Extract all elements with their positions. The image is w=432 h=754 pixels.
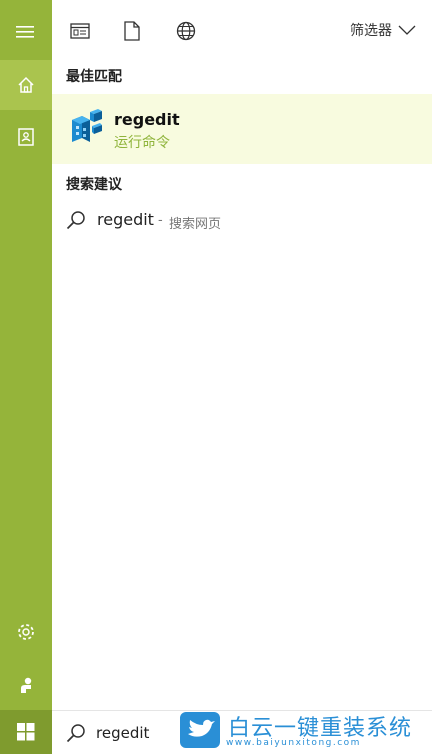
globe-icon bbox=[176, 21, 196, 41]
notebook-button[interactable] bbox=[0, 112, 52, 162]
regedit-icon bbox=[72, 109, 102, 142]
best-match-subtitle: 运行命令 bbox=[114, 135, 170, 151]
gear-icon bbox=[18, 624, 34, 640]
home-button[interactable] bbox=[0, 60, 52, 110]
watermark-url: www.baiyunxitong.com bbox=[226, 738, 361, 748]
best-match-result[interactable]: regedit 运行命令 bbox=[52, 94, 432, 164]
best-match-heading: 最佳匹配 bbox=[66, 69, 122, 85]
document-icon bbox=[124, 21, 140, 41]
suggestion-suffix: 搜索网页 bbox=[169, 217, 222, 232]
web-filter-button[interactable] bbox=[174, 19, 198, 43]
start-button[interactable] bbox=[0, 710, 52, 754]
filter-dropdown[interactable]: 筛选器 bbox=[350, 20, 416, 40]
watermark: 白云一键重装系统 www.baiyunxitong.com bbox=[178, 708, 428, 752]
suggestion-item[interactable]: regedit - 搜索网页 bbox=[52, 204, 432, 238]
left-rail bbox=[0, 0, 52, 754]
notebook-icon bbox=[18, 128, 34, 146]
search-icon bbox=[66, 211, 85, 230]
documents-filter-button[interactable] bbox=[120, 19, 144, 43]
search-icon bbox=[66, 724, 85, 743]
bird-logo-icon bbox=[180, 712, 220, 748]
chevron-down-icon bbox=[398, 25, 416, 35]
app-window-icon bbox=[70, 23, 90, 39]
suggestion-separator: - bbox=[158, 213, 163, 228]
settings-button[interactable] bbox=[0, 607, 52, 657]
home-icon bbox=[18, 76, 34, 93]
filter-label: 筛选器 bbox=[350, 23, 392, 39]
feedback-icon bbox=[21, 677, 32, 693]
feedback-button[interactable] bbox=[0, 660, 52, 710]
suggestions-heading: 搜索建议 bbox=[66, 177, 122, 193]
suggestion-term: regedit bbox=[97, 210, 154, 229]
filter-toolbar: 筛选器 bbox=[52, 0, 432, 60]
best-match-name: regedit bbox=[114, 110, 180, 129]
apps-filter-button[interactable] bbox=[68, 19, 92, 43]
windows-logo-icon bbox=[17, 723, 35, 741]
hamburger-menu-button[interactable] bbox=[0, 8, 52, 56]
hamburger-icon bbox=[16, 26, 34, 38]
